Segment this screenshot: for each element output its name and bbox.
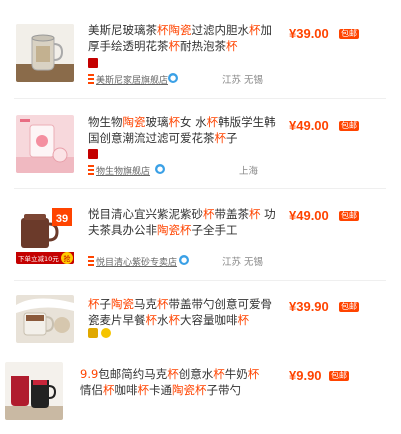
tmall-icon	[88, 58, 98, 68]
title-text: 情	[80, 383, 92, 397]
title-text: 物生物	[88, 115, 123, 129]
title-text: 子带勺	[206, 383, 242, 397]
title-text: 包邮简约马克	[98, 367, 168, 381]
free-shipping-badge: 包邮	[339, 29, 359, 39]
gold-medal-icon	[101, 328, 111, 338]
free-shipping-badge: 包邮	[339, 211, 359, 221]
title-text: 子全手工	[191, 223, 238, 237]
title-keyword-highlight: 杯	[88, 297, 100, 311]
shop-location: 上海	[239, 166, 259, 177]
title-text: 水	[157, 313, 169, 327]
title-keyword-highlight: 杯	[226, 39, 238, 53]
product-item[interactable]: 物生物陶瓷玻璃杯女 水杯韩版学生韩国创意潮流过滤可爱花茶杯子 ¥49.00 包邮…	[0, 99, 401, 187]
free-shipping-badge: 包邮	[339, 302, 359, 312]
wangwang-chat-icon[interactable]: ●	[155, 164, 165, 174]
promo-grab: 抢	[64, 254, 71, 263]
title-keyword-highlight: 杯	[213, 367, 225, 381]
product-item[interactable]: 9.9包邮简约马克杯创意水杯牛奶杯情侣杯咖啡杯卡通陶瓷杯子带勺 ¥9.90 包邮	[0, 350, 401, 434]
product-thumbnail[interactable]	[5, 362, 63, 420]
wangwang-chat-icon[interactable]: ●	[168, 73, 178, 83]
title-text: 子	[226, 131, 238, 145]
product-price: ¥9.90	[289, 368, 322, 383]
title-text: 夫茶具办公非	[88, 223, 157, 237]
title-keyword-highlight: 杯	[145, 313, 158, 327]
title-keyword-highlight: 杯	[137, 383, 150, 397]
title-text: 马克	[134, 297, 157, 311]
promo-price-tag: 39	[56, 213, 68, 225]
title-keyword-highlight: 杯	[203, 207, 215, 221]
title-keyword-highlight: 杯	[103, 383, 115, 397]
shop-icon	[88, 256, 94, 266]
free-shipping-badge: 包邮	[329, 371, 349, 381]
title-keyword-highlight: 杯	[195, 383, 207, 397]
product-price: ¥49.00	[289, 208, 329, 223]
title-text: 卡通	[149, 383, 172, 397]
tmall-icon	[88, 149, 98, 159]
title-keyword-highlight: 杯	[249, 207, 261, 221]
shop-name-link[interactable]: 物生物旗舰店	[96, 164, 150, 177]
title-keyword-highlight: 陶瓷	[157, 223, 180, 237]
product-thumbnail[interactable]: 39 下单立减10元 抢	[16, 206, 74, 264]
shop-icon	[88, 74, 94, 84]
title-text: 耐热泡茶	[180, 39, 226, 53]
title-text: 咖啡	[114, 383, 138, 397]
product-price: ¥49.00	[289, 118, 329, 133]
product-thumbnail[interactable]	[16, 115, 74, 173]
title-keyword-highlight: 陶瓷	[168, 23, 192, 37]
title-text: 美斯尼玻璃茶	[88, 23, 157, 37]
title-text: 带盖茶	[214, 207, 250, 221]
title-keyword-highlight: 杯	[157, 297, 169, 311]
title-keyword-highlight: 杯	[167, 367, 179, 381]
product-thumbnail[interactable]	[16, 295, 74, 343]
title-text: 功	[260, 207, 276, 221]
title-text: 创意水	[178, 367, 214, 381]
title-text: 麦片早餐	[99, 313, 146, 327]
title-keyword-highlight: 杯	[214, 131, 227, 145]
title-text: 过滤内胆水	[191, 23, 250, 37]
product-item[interactable]: 杯子陶瓷马克杯带盖带勺创意可爱骨瓷麦片早餐杯水杯大容量咖啡杯 ¥39.90 包邮	[0, 281, 401, 349]
title-keyword-highlight: 杯	[237, 313, 250, 327]
seller-level-icon	[88, 328, 98, 338]
title-text: 国创意潮流过滤可爱花茶	[88, 131, 215, 145]
title-keyword-highlight: 9.9	[80, 367, 99, 381]
product-title[interactable]: 悦目清心宜兴紫泥紫砂杯带盖茶杯 功夫茶具办公非陶瓷杯子全手工	[88, 206, 276, 238]
title-keyword-highlight: 陶瓷	[122, 115, 146, 129]
title-keyword-highlight: 陶瓷	[172, 383, 195, 397]
shop-icon	[88, 165, 94, 175]
title-text: 悦目清心宜兴紫泥紫砂	[88, 207, 203, 221]
product-title[interactable]: 9.9包邮简约马克杯创意水杯牛奶杯情侣杯咖啡杯卡通陶瓷杯子带勺	[80, 366, 268, 398]
title-text: 侣	[91, 383, 104, 397]
wangwang-chat-icon[interactable]: ●	[179, 255, 189, 265]
free-shipping-badge: 包邮	[339, 121, 359, 131]
title-text: 女 水	[180, 115, 207, 129]
shop-location: 江苏 无锡	[222, 257, 264, 268]
shop-name-link[interactable]: 美斯尼家居旗舰店	[96, 73, 168, 86]
title-keyword-highlight: 杯	[168, 39, 181, 53]
product-price: ¥39.00	[289, 26, 329, 41]
title-keyword-highlight: 杯	[247, 367, 260, 381]
title-keyword-highlight: 杯	[249, 23, 261, 37]
title-keyword-highlight: 陶瓷	[111, 297, 134, 311]
title-text: 牛奶	[224, 367, 248, 381]
title-keyword-highlight: 杯	[157, 23, 169, 37]
product-title[interactable]: 杯子陶瓷马克杯带盖带勺创意可爱骨瓷麦片早餐杯水杯大容量咖啡杯	[88, 296, 276, 328]
title-text: 手绘透明花茶	[99, 39, 169, 53]
title-text: 玻璃	[145, 115, 169, 129]
title-text: 大容量咖啡	[180, 313, 238, 327]
product-title[interactable]: 物生物陶瓷玻璃杯女 水杯韩版学生韩国创意潮流过滤可爱花茶杯子	[88, 114, 276, 146]
shop-name-link[interactable]: 悦目清心紫砂专卖店	[96, 255, 177, 268]
title-keyword-highlight: 杯	[168, 115, 181, 129]
shop-location: 江苏 无锡	[222, 75, 264, 86]
product-item[interactable]: 39 下单立减10元 抢 悦目清心宜兴紫泥紫砂杯带盖茶杯 功夫茶具办公非陶瓷杯子…	[0, 189, 401, 277]
product-item[interactable]: 美斯尼玻璃茶杯陶瓷过滤内胆水杯加厚手绘透明花茶杯耐热泡茶杯 ¥39.00 包邮 …	[0, 0, 401, 94]
product-price: ¥39.90	[289, 299, 329, 314]
title-text: 韩版学生韩	[218, 115, 276, 129]
title-keyword-highlight: 杯	[206, 115, 219, 129]
title-keyword-highlight: 杯	[180, 223, 192, 237]
product-thumbnail[interactable]	[16, 24, 74, 82]
promo-strip: 下单立减10元	[18, 254, 59, 263]
title-keyword-highlight: 杯	[168, 313, 181, 327]
title-text: 子	[99, 297, 112, 311]
product-title[interactable]: 美斯尼玻璃茶杯陶瓷过滤内胆水杯加厚手绘透明花茶杯耐热泡茶杯	[88, 22, 276, 54]
